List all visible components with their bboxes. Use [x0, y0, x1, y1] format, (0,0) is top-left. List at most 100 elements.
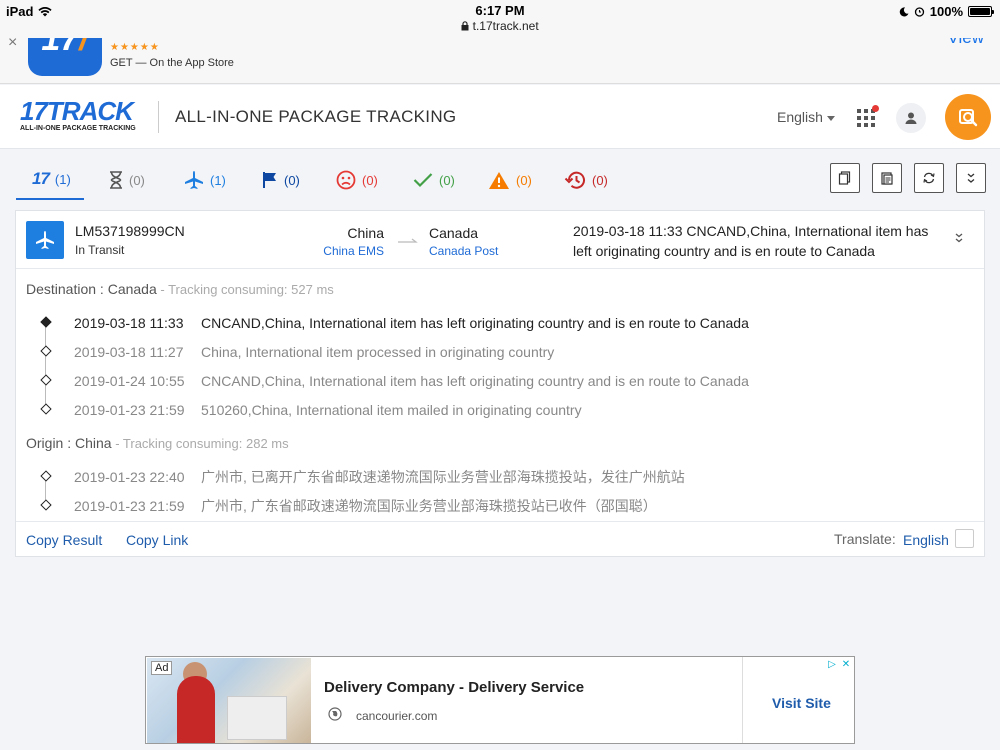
- tab-not-found[interactable]: (0): [109, 160, 145, 200]
- origin-consuming: - Tracking consuming: 282 ms: [111, 436, 289, 451]
- banner-rating-stars: ★★★★★: [110, 42, 160, 53]
- event-time: 2019-03-18 11:27: [74, 343, 184, 360]
- event-description: 510260,China, International item mailed …: [201, 401, 582, 418]
- alarm-icon: [914, 7, 924, 17]
- clock: 6:17 PM: [475, 3, 525, 18]
- page-title: ALL-IN-ONE PACKAGE TRACKING: [175, 107, 457, 126]
- status-filter-tabs: 17 (1) (0) (1) (0) (0) (0) (0) (0): [16, 160, 696, 202]
- timeline-event: 2019-03-18 11:33 CNCAND,China, Internati…: [26, 308, 966, 347]
- ad-url: cancourier.com: [356, 709, 438, 723]
- destination-carrier-link[interactable]: Canada Post: [429, 244, 498, 258]
- app-store-banner[interactable]: × 17/ ★★★★★ GET — On the App Store View: [0, 38, 1000, 84]
- tab-pick-up[interactable]: (0): [262, 160, 300, 200]
- ad-divider: [742, 657, 743, 743]
- caret-down-icon: [826, 115, 835, 121]
- event-description: CNCAND,China, International item has lef…: [201, 314, 749, 331]
- event-time: 2019-01-24 10:55: [74, 372, 185, 389]
- tab-all[interactable]: 17 (1): [16, 160, 84, 200]
- clipboard-icon: [881, 172, 893, 185]
- timeline-event: 2019-03-18 11:27 China, International it…: [26, 337, 966, 376]
- ad-visit-site-button[interactable]: Visit Site: [772, 695, 831, 711]
- tab-count: (0): [439, 172, 455, 188]
- track-search-button[interactable]: [945, 94, 991, 140]
- banner-close-button[interactable]: ×: [8, 38, 17, 52]
- hourglass-icon: [110, 171, 122, 189]
- result-tools: [830, 163, 986, 193]
- warning-icon: [489, 171, 509, 189]
- destination-info: Canada Canada Post: [429, 225, 498, 258]
- chevrons-expand-icon: [967, 173, 975, 183]
- history-icon: [564, 171, 585, 189]
- ad-badge: Ad: [151, 661, 173, 675]
- origin-carrier-link[interactable]: China EMS: [323, 244, 384, 258]
- paste-button[interactable]: [872, 163, 902, 193]
- tab-delivered[interactable]: (0): [413, 160, 455, 200]
- lock-icon: [461, 21, 469, 31]
- event-time: 2019-01-23 21:59: [74, 401, 185, 418]
- diamond-icon: [40, 374, 52, 386]
- tab-in-transit[interactable]: (1): [184, 160, 226, 200]
- header-divider: [158, 101, 159, 133]
- origin-section-title: Origin : China - Tracking consuming: 282…: [26, 435, 289, 451]
- moon-icon: [899, 6, 909, 16]
- globe-icon: [328, 707, 342, 721]
- tab-count: (1): [210, 172, 226, 188]
- in-transit-plane-badge: [26, 221, 64, 259]
- expand-all-button[interactable]: [956, 163, 986, 193]
- logo-wordmark: 17TRACK: [20, 96, 134, 126]
- destination-consuming: - Tracking consuming: 527 ms: [156, 282, 334, 297]
- ad-headline[interactable]: Delivery Company - Delivery Service: [324, 679, 584, 696]
- refresh-button[interactable]: [914, 163, 944, 193]
- tab-alert[interactable]: (0): [488, 160, 532, 200]
- site-header: 17TRACK ALL-IN-ONE PACKAGE TRACKING ALL-…: [0, 85, 1000, 149]
- collapse-chevrons-icon[interactable]: [952, 231, 966, 245]
- copy-icon: [838, 171, 851, 185]
- apps-grid-icon[interactable]: [857, 109, 875, 127]
- origin-events: 2019-01-23 22:40 广州市, 已离开广东省邮政速递物流国际业务营业…: [26, 462, 966, 520]
- tab-expired[interactable]: (0): [564, 160, 608, 200]
- tracking-summary-row[interactable]: LM537198999CN In Transit China China EMS…: [16, 211, 984, 269]
- plane-icon: [185, 171, 203, 189]
- copy-button[interactable]: [830, 163, 860, 193]
- copy-link-link[interactable]: Copy Link: [126, 532, 188, 548]
- translate-label: Translate:: [834, 531, 896, 547]
- advertisement[interactable]: Ad Delivery Company - Delivery Service c…: [145, 656, 855, 744]
- event-description: China, International item processed in o…: [201, 343, 555, 360]
- tracking-status: In Transit: [75, 243, 125, 257]
- language-label: English: [777, 109, 823, 125]
- destination-events: 2019-03-18 11:33 CNCAND,China, Internati…: [26, 308, 966, 424]
- address-bar[interactable]: t.17track.net: [0, 19, 1000, 33]
- user-account-button[interactable]: [896, 103, 926, 133]
- search-icon: [959, 109, 978, 127]
- event-description: CNCAND,China, International item has lef…: [201, 372, 749, 389]
- tab-count: (0): [516, 172, 532, 188]
- event-description: 广州市, 已离开广东省邮政速递物流国际业务营业部海珠揽投站，发往广州航站: [201, 468, 685, 485]
- destination-label: Destination : Canada: [26, 281, 157, 297]
- sad-face-icon: [336, 170, 356, 190]
- timeline-event: 2019-01-24 10:55 CNCAND,China, Internati…: [26, 366, 966, 405]
- url-text: t.17track.net: [472, 19, 539, 33]
- event-time: 2019-01-23 22:40: [74, 468, 185, 485]
- origin-label: Origin : China: [26, 435, 112, 451]
- translate-language-link[interactable]: English: [903, 532, 949, 548]
- battery-icon: [968, 6, 994, 17]
- event-time: 2019-01-23 21:59: [74, 497, 185, 514]
- ad-choices[interactable]: ▷ ✕: [826, 658, 852, 670]
- tab-count: (0): [129, 172, 145, 188]
- copy-result-link[interactable]: Copy Result: [26, 532, 102, 548]
- ad-close-icon[interactable]: ✕: [840, 658, 852, 670]
- timeline-event: 2019-01-23 22:40 广州市, 已离开广东省邮政速递物流国际业务营业…: [26, 462, 966, 501]
- origin-country: China: [347, 225, 384, 241]
- tab-undelivered[interactable]: (0): [336, 160, 378, 200]
- translate-checkbox[interactable]: [955, 529, 974, 548]
- user-icon: [905, 112, 917, 124]
- diamond-filled-icon: [40, 316, 52, 328]
- 17track-logo[interactable]: 17TRACK ALL-IN-ONE PACKAGE TRACKING: [20, 96, 148, 132]
- ios-status-bar: iPad 6:17 PM t.17track.net 100%: [0, 0, 1000, 38]
- app-icon: 17/: [28, 38, 102, 76]
- diamond-icon: [40, 403, 52, 415]
- language-selector[interactable]: English: [777, 109, 835, 125]
- ad-choices-icon[interactable]: ▷: [826, 658, 838, 670]
- banner-view-button[interactable]: View: [947, 38, 984, 48]
- tracking-number: LM537198999CN: [75, 223, 185, 239]
